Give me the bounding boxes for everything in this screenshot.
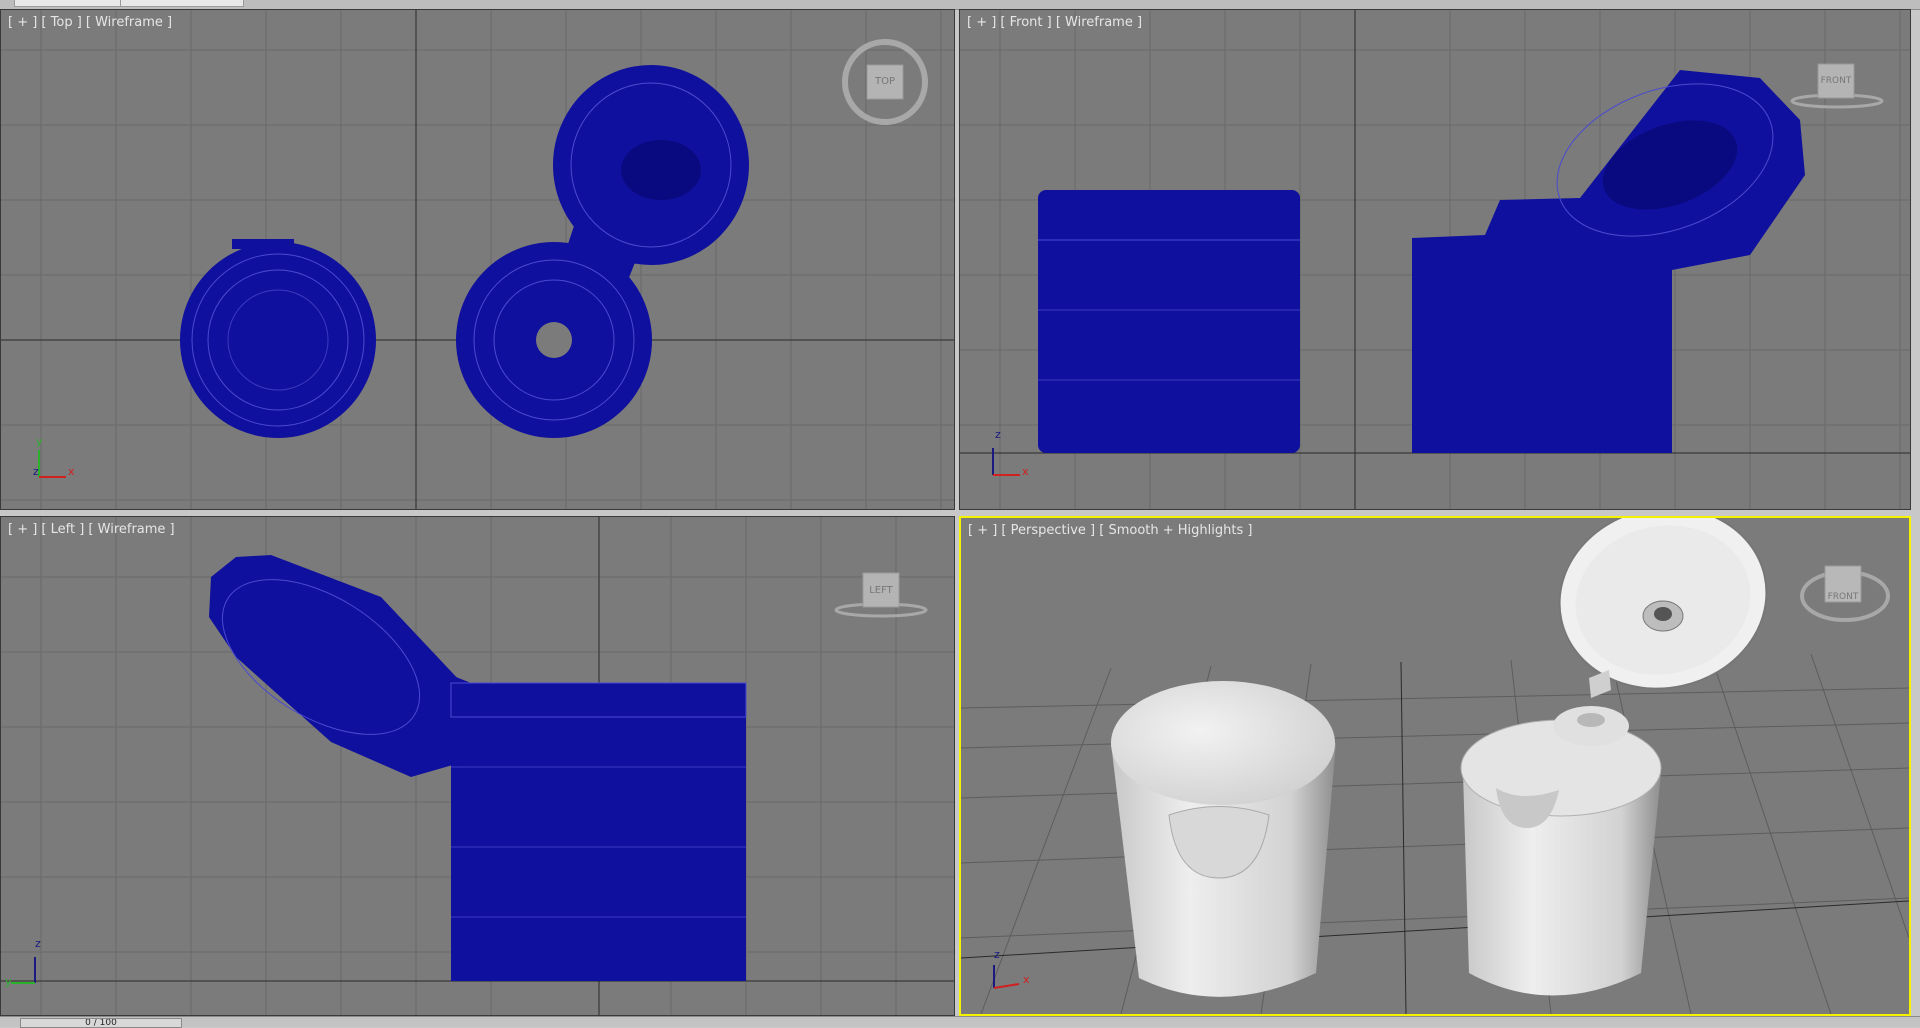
axis-gizmo-left — [11, 957, 36, 984]
cap-open-front-wireframe[interactable] — [1412, 56, 1805, 453]
viewport-perspective-label[interactable]: [ + ] [ Perspective ] [ Smooth + Highlig… — [968, 523, 1252, 538]
viewport-left-label[interactable]: [ + ] [ Left ] [ Wireframe ] — [8, 522, 175, 537]
cap-closed-top-wireframe[interactable] — [180, 239, 376, 438]
navcube-top-label: TOP — [874, 76, 895, 87]
axis-x-label: x — [68, 465, 75, 478]
axis-x-label-persp: x — [1023, 973, 1030, 986]
status-bar — [0, 1016, 1920, 1027]
viewport-top-label[interactable]: [ + ] [ Top ] [ Wireframe ] — [8, 15, 172, 30]
viewport-top-canvas[interactable] — [1, 10, 955, 510]
cap-open-top-wireframe[interactable] — [456, 65, 749, 438]
viewport-front[interactable]: [ + ] [ Front ] [ Wireframe ] FRONT z x — [959, 9, 1911, 510]
axis-z-label-left: z — [35, 937, 41, 950]
axis-gizmo-top — [38, 450, 66, 478]
viewport-front-canvas[interactable] — [960, 10, 1911, 510]
viewport-top[interactable]: [ + ] [ Top ] [ Wireframe ] TOP y z x — [0, 9, 955, 510]
navcube-left-label: LEFT — [869, 585, 893, 596]
cap-closed-front-wireframe[interactable] — [1038, 190, 1300, 453]
navcube-front-label: FRONT — [1820, 76, 1852, 86]
axis-y-label-left: y — [5, 975, 12, 988]
viewport-perspective[interactable]: [ + ] [ Perspective ] [ Smooth + Highlig… — [959, 516, 1911, 1016]
viewport-left[interactable]: [ + ] [ Left ] [ Wireframe ] LEFT z y — [0, 516, 955, 1016]
cap-closed-render[interactable] — [1111, 681, 1336, 997]
axis-gizmo-front — [992, 448, 1020, 476]
viewport-left-canvas[interactable] — [1, 517, 955, 1016]
cap-left-wireframe[interactable] — [196, 548, 747, 981]
navcube-perspective-label: FRONT — [1827, 592, 1859, 602]
axis-z-label-front: z — [995, 428, 1001, 441]
cap-open-render[interactable] — [1460, 518, 1783, 996]
tab-1[interactable] — [14, 0, 128, 7]
axis-z-label-persp: z — [994, 948, 1000, 961]
tab-2[interactable] — [120, 0, 244, 7]
viewport-perspective-canvas[interactable] — [961, 518, 1909, 1014]
axis-y-label: y — [36, 435, 43, 448]
axis-z-label: z — [33, 465, 39, 478]
viewport-front-label[interactable]: [ + ] [ Front ] [ Wireframe ] — [967, 15, 1142, 30]
frame-counter[interactable]: 0 / 100 — [20, 1018, 182, 1028]
axis-x-label-front: x — [1022, 465, 1029, 478]
